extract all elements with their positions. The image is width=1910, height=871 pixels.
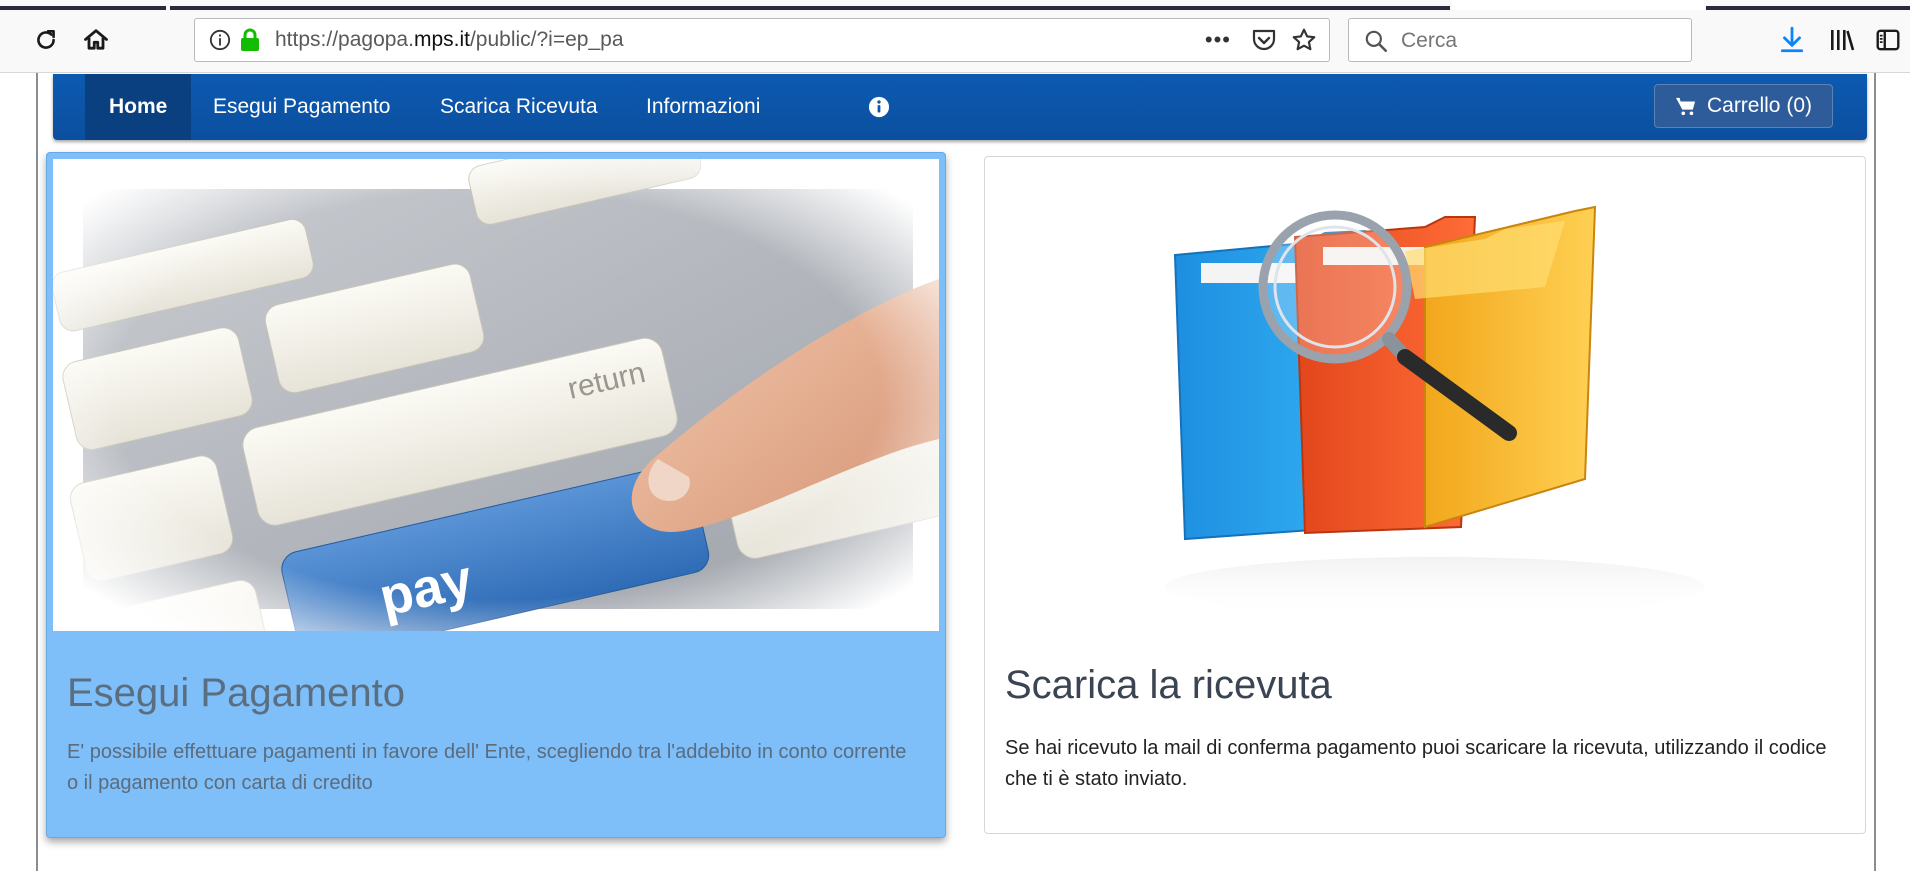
main-navbar: Home Esegui Pagamento Scarica Ricevuta I…	[53, 74, 1867, 140]
nav-informazioni[interactable]: Informazioni	[646, 74, 760, 140]
url-text[interactable]: https://pagopa.mps.it/public/?i=ep_pa	[275, 19, 624, 61]
nav-home[interactable]: Home	[85, 74, 192, 140]
cart-button[interactable]: Carrello (0)	[1653, 84, 1833, 128]
shopping-cart-icon	[1675, 97, 1696, 116]
sidebar-icon	[1876, 29, 1900, 51]
pay-keyboard-image: return pay	[53, 159, 939, 631]
reload-icon	[37, 30, 55, 49]
card-scarica-ricevuta[interactable]: Scarica la ricevuta Se hai ricevuto la m…	[984, 156, 1866, 834]
pocket-icon[interactable]	[1251, 28, 1277, 52]
url-domain: mps.it	[413, 28, 470, 51]
browser-toolbar: https://pagopa.mps.it/public/?i=ep_pa ••…	[0, 10, 1910, 73]
download-icon	[1780, 26, 1804, 53]
home-button[interactable]	[78, 22, 114, 58]
library-icon	[1831, 30, 1855, 51]
info-circle-icon[interactable]	[868, 96, 890, 118]
folders-magnifier-illustration	[1165, 205, 1705, 617]
download-button[interactable]	[1774, 22, 1810, 58]
page-actions-icon[interactable]: •••	[1205, 27, 1231, 53]
bookmark-star-icon[interactable]	[1291, 27, 1317, 53]
search-input[interactable]	[1399, 25, 1683, 57]
tab-active[interactable]	[1452, 0, 1704, 10]
receipt-card-description: Se hai ricevuto la mail di conferma paga…	[1005, 737, 1827, 790]
nav-scarica-ricevuta[interactable]: Scarica Ricevuta	[440, 74, 598, 140]
card-esegui-pagamento[interactable]: return pay Esegui Pagamento E' possibile…	[46, 152, 946, 838]
receipt-folders-image	[1005, 167, 1845, 627]
sidebar-button[interactable]	[1870, 22, 1906, 58]
lock-icon[interactable]	[239, 28, 261, 52]
home-icon	[84, 29, 108, 50]
search-bar[interactable]	[1348, 18, 1692, 62]
url-path: /public/?i=ep_pa	[469, 28, 624, 51]
info-icon[interactable]	[209, 29, 231, 51]
keyboard-illustration: return pay	[53, 159, 939, 631]
pay-card-description: E' possibile effettuare pagamenti in fav…	[67, 741, 907, 794]
tab-strip	[0, 0, 1910, 10]
library-button[interactable]	[1824, 22, 1860, 58]
reload-button[interactable]	[28, 22, 64, 58]
url-bar[interactable]: https://pagopa.mps.it/public/?i=ep_pa ••…	[194, 18, 1330, 62]
search-icon	[1365, 30, 1388, 53]
url-prefix: https://pagopa.	[275, 28, 414, 51]
receipt-card-title: Scarica la ricevuta	[1005, 663, 1332, 707]
nav-esegui-pagamento[interactable]: Esegui Pagamento	[213, 74, 390, 140]
pay-card-title: Esegui Pagamento	[67, 671, 406, 715]
cart-label: Carrello (0)	[1706, 94, 1812, 117]
